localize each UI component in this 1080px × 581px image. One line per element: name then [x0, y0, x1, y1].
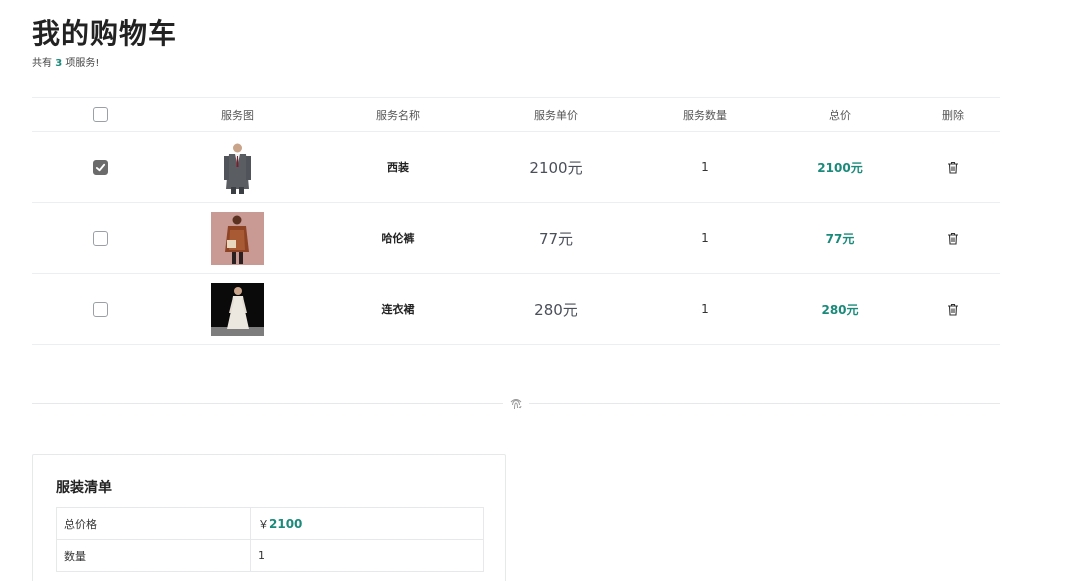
- item-name: 西装: [387, 161, 409, 174]
- item-quantity: 1: [701, 160, 709, 174]
- page-title: 我的购物车: [32, 17, 178, 50]
- item-total: 77元: [825, 231, 855, 246]
- summary-suffix: 项服务!: [65, 58, 100, 69]
- trash-icon[interactable]: [947, 232, 959, 245]
- row-checkbox[interactable]: [92, 301, 108, 317]
- item-total: 2100元: [817, 160, 863, 175]
- quantity-label: 数量: [56, 539, 251, 572]
- item-total: 280元: [821, 302, 859, 317]
- cart-summary: 共有 3 项服务!: [32, 54, 99, 69]
- grey-suit-photo: [211, 140, 264, 194]
- summary-prefix: 共有: [32, 58, 52, 69]
- total-price-label: 总价格: [56, 507, 251, 540]
- header-delete: 删除: [942, 108, 964, 122]
- item-quantity: 1: [701, 302, 709, 316]
- table-row: 西装 2100元 1 2100元: [32, 132, 1000, 203]
- trash-icon[interactable]: [947, 303, 959, 316]
- item-price: 2100元: [529, 158, 583, 177]
- header-quantity: 服务数量: [683, 108, 727, 122]
- check-icon: [95, 163, 105, 171]
- header-total: 总价: [829, 108, 851, 122]
- trash-icon[interactable]: [947, 161, 959, 174]
- total-price-value: ￥2100: [250, 507, 484, 540]
- cart-table: 服务图 服务名称 服务单价 服务数量 总价 删除 西装 2100元 1 2100…: [32, 97, 1000, 345]
- white-dress-photo: [211, 282, 264, 336]
- table-header: 服务图 服务名称 服务单价 服务数量 总价 删除: [32, 98, 1000, 132]
- summary-count: 3: [55, 58, 63, 69]
- item-name: 哈伦裤: [381, 232, 415, 245]
- header-image: 服务图: [221, 108, 254, 122]
- order-summary-title: 服装清单: [56, 480, 112, 496]
- table-row: 总价格 ￥2100: [56, 507, 484, 540]
- row-checkbox[interactable]: [92, 159, 108, 175]
- item-quantity: 1: [701, 231, 709, 245]
- currency-symbol: ￥: [258, 517, 269, 531]
- item-price: 280元: [534, 300, 578, 319]
- header-name: 服务名称: [376, 108, 420, 122]
- header-unit-price: 服务单价: [534, 108, 578, 122]
- select-all-checkbox[interactable]: [92, 107, 108, 122]
- order-summary-table: 总价格 ￥2100 数量 1: [56, 507, 484, 572]
- item-name: 连衣裙: [381, 303, 415, 316]
- quantity-value: 1: [250, 539, 484, 572]
- fingerprint-icon: [503, 393, 529, 415]
- table-row: 数量 1: [56, 539, 484, 572]
- order-summary-card: 服装清单 总价格 ￥2100 数量 1: [32, 454, 506, 581]
- table-row: 哈伦裤 77元 1 77元: [32, 203, 1000, 274]
- table-row: 连衣裙 280元 1 280元: [32, 274, 1000, 345]
- brown-coat-photo: [211, 211, 264, 265]
- total-amount: 2100: [269, 516, 303, 531]
- row-checkbox[interactable]: [92, 230, 108, 246]
- item-price: 77元: [538, 229, 574, 248]
